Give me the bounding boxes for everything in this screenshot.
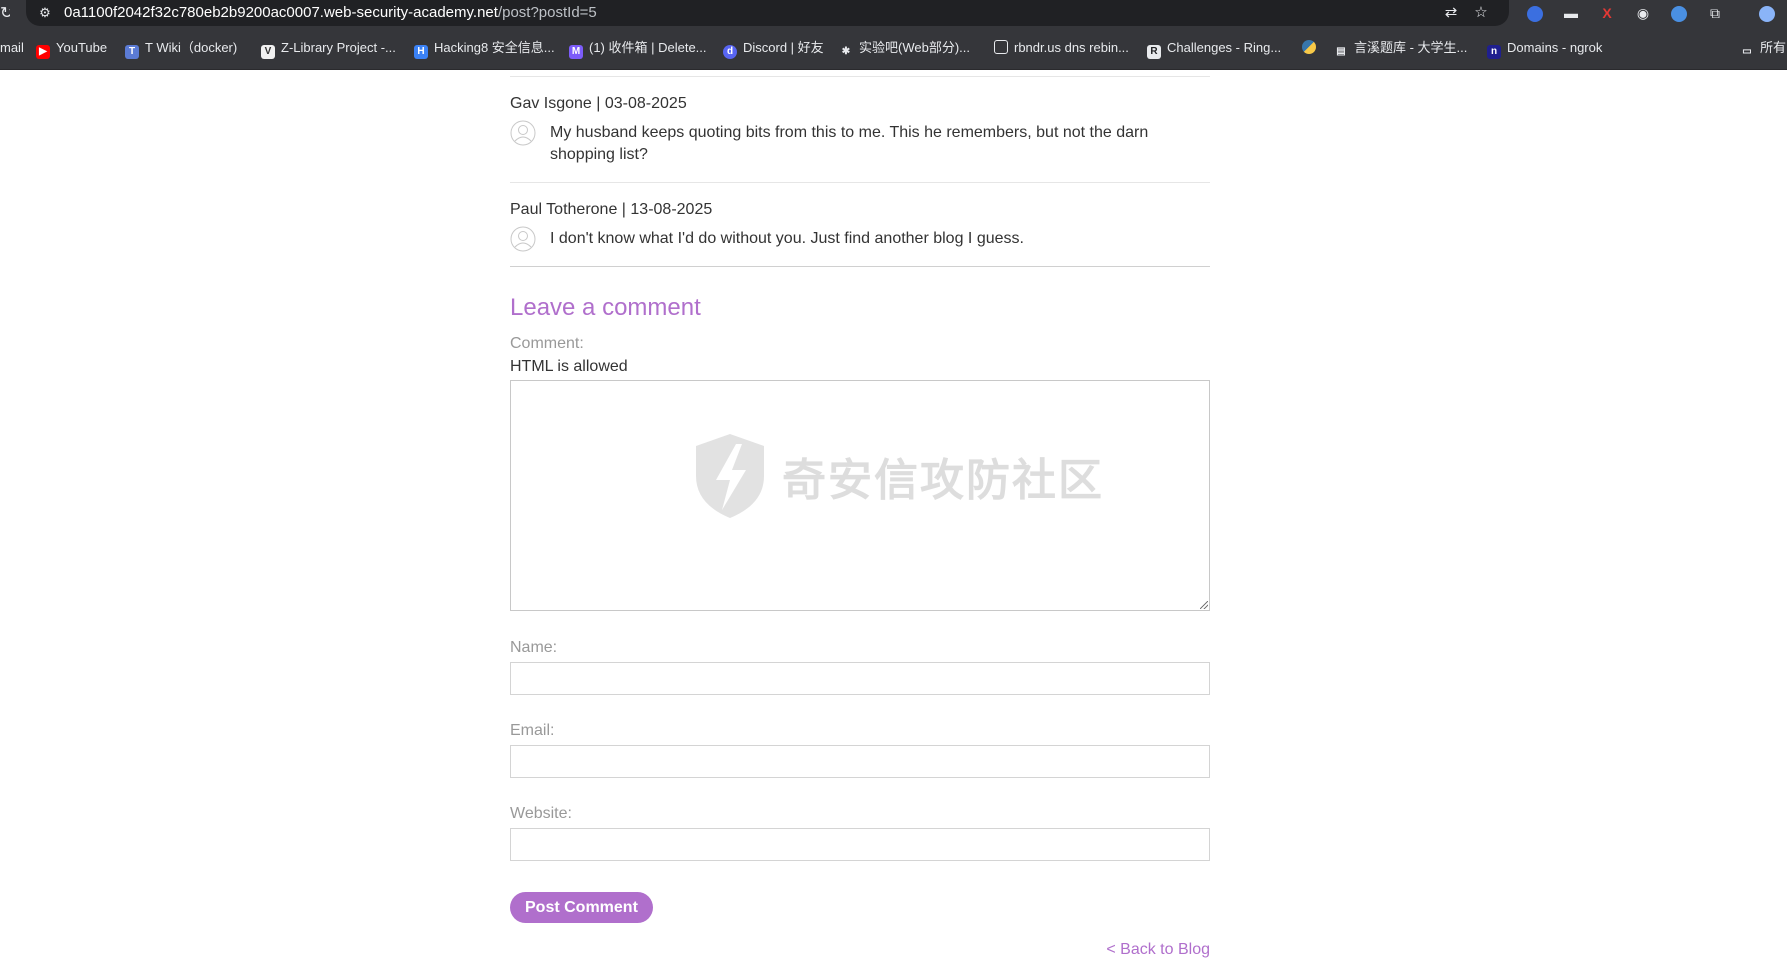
comment: Gav Isgone | 03-08-2025 My husband keeps… bbox=[510, 77, 1210, 183]
url-text[interactable]: 0a1100f2042f32c780eb2b9200ac0007.web-sec… bbox=[64, 3, 597, 23]
comment: Paul Totherone | 13-08-2025 I don't know… bbox=[510, 183, 1210, 267]
bookmark-label: 实验吧(Web部分)... bbox=[859, 40, 970, 55]
extension-x-icon[interactable]: X bbox=[1596, 2, 1618, 24]
website-input[interactable] bbox=[510, 828, 1210, 861]
address-bar[interactable]: ⚙ 0a1100f2042f32c780eb2b9200ac0007.web-s… bbox=[26, 0, 1509, 26]
bookmark-shiyanba[interactable]: ✱ 实验吧(Web部分)... bbox=[839, 38, 970, 58]
python-icon bbox=[1302, 40, 1316, 54]
name-input[interactable] bbox=[510, 662, 1210, 695]
bookmark-label: rbndr.us dns rebin... bbox=[1014, 40, 1129, 55]
bookmark-youtube[interactable]: ▶ YouTube bbox=[36, 38, 108, 59]
zlibrary-icon: V bbox=[261, 45, 275, 59]
html-allowed-note: HTML is allowed bbox=[510, 358, 628, 375]
bookmark-label: Hacking8 安全信息... bbox=[434, 40, 555, 55]
bookmark-mail[interactable]: mail bbox=[0, 38, 24, 58]
comment-body: My husband keeps quoting bits from this … bbox=[510, 120, 1210, 166]
proton-mail-icon: M bbox=[569, 45, 583, 59]
url-host: 0a1100f2042f32c780eb2b9200ac0007.web-sec… bbox=[64, 4, 498, 21]
ngrok-icon: n bbox=[1487, 45, 1501, 59]
avatar-icon bbox=[510, 226, 536, 252]
wiki-icon: T bbox=[125, 45, 139, 59]
bookmark-rbndr[interactable]: rbndr.us dns rebin... bbox=[994, 38, 1129, 58]
comment-text: I don't know what I'd do without you. Ju… bbox=[550, 230, 1024, 247]
extension-circle-icon[interactable] bbox=[1668, 2, 1690, 24]
bookmark-label: YouTube bbox=[56, 40, 108, 55]
comment-label: Comment: bbox=[510, 335, 584, 352]
translate-icon[interactable]: ⇄ bbox=[1440, 2, 1462, 24]
comment-date: 03-08-2025 bbox=[604, 95, 687, 112]
ring-icon: R bbox=[1147, 45, 1161, 59]
bookmark-label: (1) 收件箱 | Delete... bbox=[589, 40, 707, 55]
reload-icon[interactable]: ↻ bbox=[0, 4, 10, 24]
avatar-icon bbox=[510, 120, 536, 146]
bookmark-star-icon[interactable]: ☆ bbox=[1470, 2, 1492, 24]
blog-post-comments: Gav Isgone | 03-08-2025 My husband keeps… bbox=[510, 76, 1210, 960]
bookmark-zlibrary[interactable]: V Z-Library Project -... bbox=[261, 38, 396, 59]
book-icon: ▤ bbox=[1336, 46, 1346, 57]
email-label: Email: bbox=[510, 722, 555, 739]
name-label: Name: bbox=[510, 639, 558, 656]
bookmark-label: 言溪题库 - 大学生... bbox=[1354, 40, 1468, 55]
comment-meta: Paul Totherone | 13-08-2025 bbox=[510, 201, 713, 218]
browser-toolbar: ↻ ⚙ 0a1100f2042f32c780eb2b9200ac0007.web… bbox=[0, 0, 1787, 28]
watermark-text: 奇安信攻防社区 bbox=[782, 455, 1104, 506]
bookmarks-bar: mail ▶ YouTube T T Wiki（docker) V Z-Library… bbox=[0, 28, 1787, 70]
bookmark-label: mail bbox=[0, 40, 24, 55]
bookmark-discord[interactable]: d Discord | 好友 bbox=[723, 38, 824, 59]
bookmark-label: Z-Library Project -... bbox=[281, 40, 396, 55]
bookmark-label: Challenges - Ring... bbox=[1167, 40, 1282, 55]
bookmark-label: Domains - ngrok bbox=[1507, 40, 1603, 55]
page-icon bbox=[994, 40, 1008, 54]
url-path: /post?postId=5 bbox=[497, 4, 597, 21]
gear-icon: ✱ bbox=[841, 46, 851, 57]
extensions-puzzle-icon[interactable]: ⧉ bbox=[1704, 2, 1726, 24]
site-info-icon[interactable]: ⚙ bbox=[36, 4, 54, 22]
watermark: 奇安信攻防社区 bbox=[690, 430, 1102, 522]
discord-icon: d bbox=[723, 45, 737, 59]
comment-text: My husband keeps quoting bits from this … bbox=[550, 124, 1149, 163]
bookmark-python[interactable] bbox=[1302, 38, 1322, 58]
bookmark-yanxi[interactable]: ▤ 言溪题库 - 大学生... bbox=[1334, 38, 1467, 58]
hacking8-icon: H bbox=[414, 45, 428, 59]
post-comment-button[interactable]: Post Comment bbox=[510, 892, 653, 923]
profile-avatar-icon[interactable] bbox=[1756, 2, 1778, 24]
bookmark-ring[interactable]: R Challenges - Ring... bbox=[1147, 38, 1282, 59]
extension-blue-icon[interactable] bbox=[1524, 2, 1546, 24]
bookmark-ngrok[interactable]: n Domains - ngrok bbox=[1487, 38, 1603, 59]
bookmark-label: T Wiki（docker) bbox=[145, 40, 238, 55]
shield-logo-icon bbox=[696, 434, 764, 518]
youtube-icon: ▶ bbox=[36, 45, 50, 59]
resize-handle-icon[interactable] bbox=[1200, 601, 1208, 609]
comment-body: I don't know what I'd do without you. Ju… bbox=[510, 226, 1210, 252]
bookmark-proton-mail[interactable]: M (1) 收件箱 | Delete... bbox=[569, 38, 707, 59]
comment-form: Comment: HTML is allowed Name: Email: We… bbox=[510, 334, 1210, 923]
extension-hat-icon[interactable]: ▬ bbox=[1560, 2, 1582, 24]
leave-comment-heading: Leave a comment bbox=[510, 294, 701, 321]
comment-author: Gav Isgone bbox=[510, 95, 592, 112]
email-input[interactable] bbox=[510, 745, 1210, 778]
comment-author: Paul Totherone bbox=[510, 201, 618, 218]
website-label: Website: bbox=[510, 805, 572, 822]
bookmark-label: Discord | 好友 bbox=[743, 40, 824, 55]
back-to-blog-link[interactable]: < Back to Blog bbox=[1106, 940, 1210, 960]
extension-glasses-icon[interactable]: ◉ bbox=[1632, 2, 1654, 24]
back-link-row: < Back to Blog bbox=[510, 940, 1210, 960]
folder-icon: ▭ bbox=[1742, 46, 1752, 57]
bookmark-hacking8[interactable]: H Hacking8 安全信息... bbox=[414, 38, 555, 59]
bookmark-wiki[interactable]: T T Wiki（docker) bbox=[125, 38, 238, 59]
comment-date: 13-08-2025 bbox=[630, 201, 713, 218]
bookmark-folder-all[interactable]: ▭ 所有 bbox=[1740, 38, 1786, 58]
comment-meta: Gav Isgone | 03-08-2025 bbox=[510, 95, 687, 112]
bookmark-label: 所有 bbox=[1760, 40, 1787, 55]
